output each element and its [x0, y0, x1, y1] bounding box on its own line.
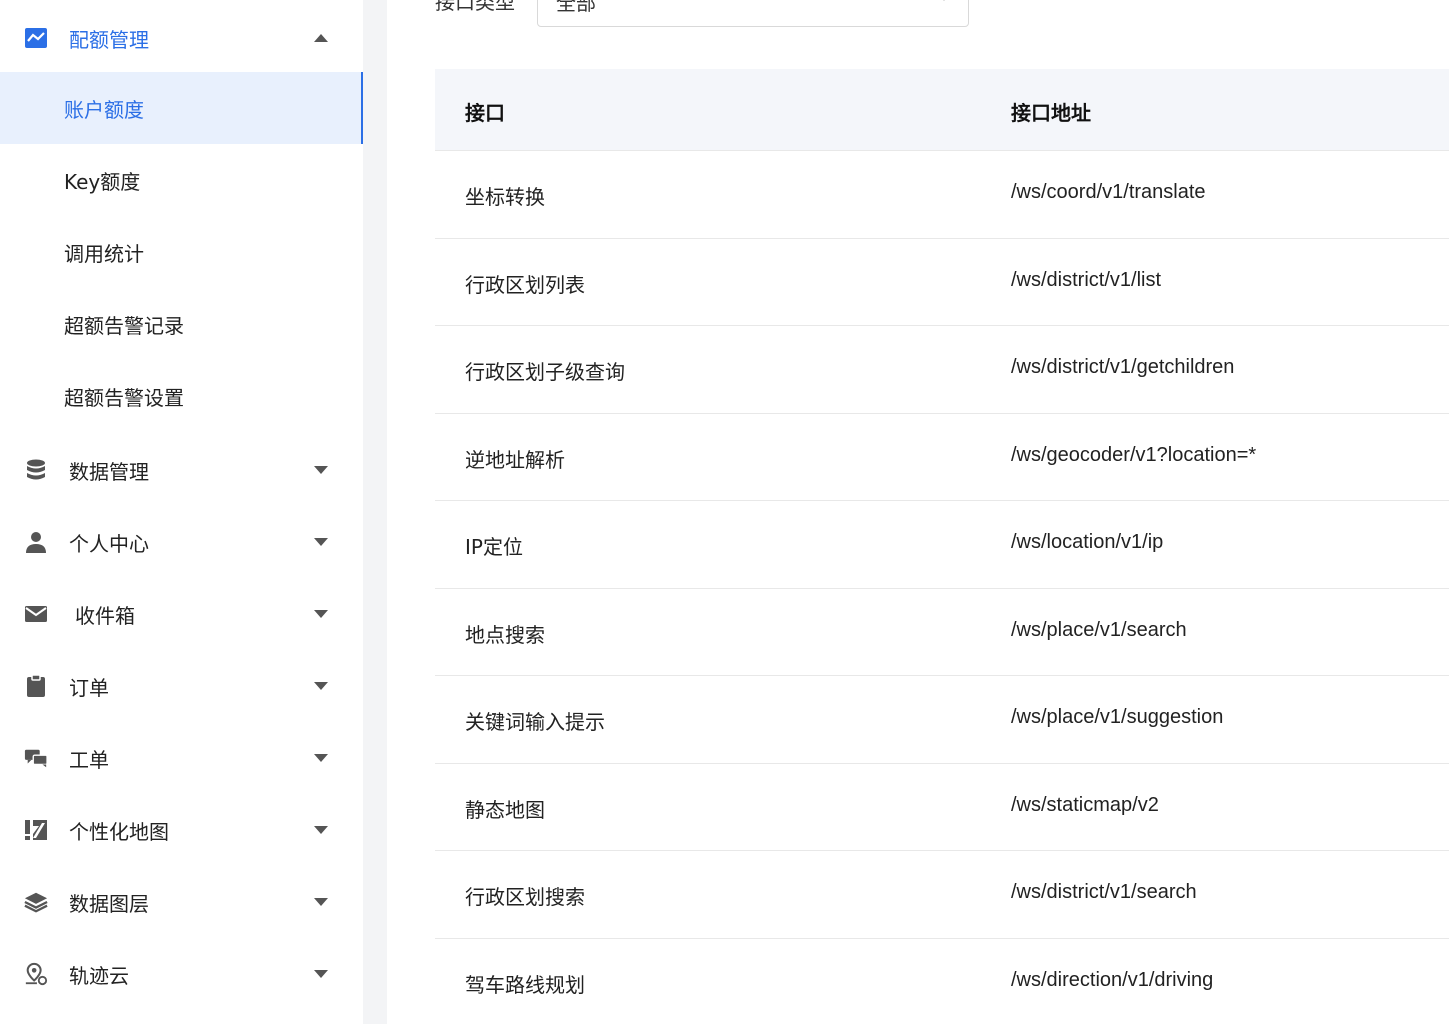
menu-custom-map[interactable]: 个性化地图 [0, 794, 363, 866]
chart-line-icon [24, 26, 48, 50]
submenu-alert-records[interactable]: 超额告警记录 [0, 288, 363, 360]
chevron-up-icon [313, 30, 329, 46]
submenu-key-quota[interactable]: Key额度 [0, 144, 363, 216]
api-address-cell: /ws/direction/v1/driving [1011, 968, 1214, 991]
submenu-label: 超额告警设置 [64, 385, 184, 410]
api-name-cell: 行政区划子级查询 [465, 360, 625, 384]
table-body: 坐标转换/ws/coord/v1/translate 行政区划列表/ws/dist… [435, 151, 1449, 1024]
menu-trajectory-cloud[interactable]: 轨迹云 [0, 938, 363, 1010]
location-track-icon [24, 962, 48, 986]
menu-data-management[interactable]: 数据管理 [0, 434, 363, 506]
chevron-down-icon [313, 894, 329, 910]
chevron-down-icon [313, 822, 329, 838]
menu-label: 数据管理 [69, 459, 149, 484]
api-address-cell: /ws/staticmap/v2 [1011, 793, 1159, 816]
table-row: 行政区划搜索/ws/district/v1/search [435, 851, 1449, 939]
menu-quota-label: 配额管理 [69, 27, 149, 52]
menu-label: 工单 [69, 747, 109, 772]
content-gutter [363, 0, 387, 1024]
table-header: 接口 接口地址 [435, 69, 1449, 151]
api-name-cell: IP定位 [465, 535, 523, 559]
user-icon [24, 530, 48, 554]
table-row: 逆地址解析/ws/geocoder/v1?location=* [435, 413, 1449, 501]
table-row: 行政区划子级查询/ws/district/v1/getchildren [435, 326, 1449, 414]
api-name-cell: 逆地址解析 [465, 447, 565, 472]
submenu-label: 超额告警记录 [64, 313, 184, 338]
menu-label: 订单 [69, 675, 109, 700]
api-type-value: 全部 [556, 0, 596, 15]
api-type-select[interactable]: 全部 [537, 0, 969, 27]
api-name-cell: 关键词输入提示 [465, 710, 605, 734]
api-name-cell: 行政区划搜索 [465, 885, 585, 909]
submenu-label: 账户额度 [64, 97, 144, 122]
api-address-cell: /ws/coord/v1/translate [1011, 181, 1206, 203]
api-address-cell: /ws/place/v1/search [1011, 618, 1187, 641]
table-row: 地点搜索/ws/place/v1/search [435, 588, 1449, 676]
api-name-cell: 地点搜索 [465, 622, 545, 647]
api-name-cell: 驾车路线规划 [465, 972, 585, 997]
table-row: 静态地图/ws/staticmap/v2 [435, 763, 1449, 851]
table-row: 行政区划列表/ws/district/v1/list [435, 238, 1449, 326]
submenu-account-quota[interactable]: 账户额度 [0, 72, 363, 144]
api-table: 接口 接口地址 坐标转换/ws/coord/v1/translate 行政区划列表… [435, 69, 1449, 1024]
menu-inbox[interactable]: 收件箱 [0, 578, 363, 650]
menu-label: 收件箱 [75, 603, 135, 628]
table-row: 驾车路线规划/ws/direction/v1/driving [435, 938, 1449, 1024]
api-name-cell: 行政区划列表 [465, 272, 585, 297]
table-row: 关键词输入提示/ws/place/v1/suggestion [435, 676, 1449, 764]
api-address-cell: /ws/district/v1/getchildren [1011, 356, 1235, 378]
menu-label: 个人中心 [69, 531, 149, 556]
table-row: IP定位/ws/location/v1/ip [435, 501, 1449, 589]
chat-icon [24, 746, 48, 770]
api-name-cell: 坐标转换 [465, 185, 545, 209]
api-name-cell: 静态地图 [465, 797, 545, 822]
menu-label: 轨迹云 [69, 963, 129, 988]
database-icon [24, 458, 48, 482]
submenu-usage-stats[interactable]: 调用统计 [0, 216, 363, 288]
column-header-api: 接口 [465, 101, 505, 125]
api-address-cell: /ws/district/v1/search [1011, 881, 1197, 903]
chevron-down-icon [313, 678, 329, 694]
menu-quota[interactable]: 配额管理 [0, 2, 363, 74]
table-row: 坐标转换/ws/coord/v1/translate [435, 151, 1449, 239]
api-type-label: 接口类型 [435, 0, 515, 14]
menu-tickets[interactable]: 工单 [0, 722, 363, 794]
main-content: 接口类型 全部 接口 接口地址 坐标转换/ws/coord/v1/transla… [387, 0, 1449, 1024]
api-address-cell: /ws/geocoder/v1?location=* [1011, 443, 1257, 466]
sidebar: 配额管理 账户额度 Key额度 调用统计 超额告警记录 超额告警设置 数据管理 [0, 0, 363, 1024]
menu-label: 个性化地图 [69, 819, 169, 844]
menu-orders[interactable]: 订单 [0, 650, 363, 722]
menu-data-layers[interactable]: 数据图层 [0, 866, 363, 938]
chevron-down-icon [313, 966, 329, 982]
chevron-down-icon [313, 606, 329, 622]
api-address-cell: /ws/place/v1/suggestion [1011, 706, 1224, 728]
chevron-down-icon [313, 750, 329, 766]
api-address-cell: /ws/district/v1/list [1011, 268, 1162, 291]
submenu-label: Key额度 [64, 169, 141, 194]
chevron-down-icon [313, 462, 329, 478]
submenu-label: 调用统计 [64, 241, 144, 266]
menu-label: 数据图层 [69, 891, 149, 916]
column-header-address: 接口地址 [1011, 101, 1091, 125]
layers-icon [24, 890, 48, 914]
api-address-cell: /ws/location/v1/ip [1011, 531, 1164, 553]
chevron-down-icon [938, 0, 950, 1]
submenu-alert-settings[interactable]: 超额告警设置 [0, 360, 363, 432]
map-style-icon [24, 818, 48, 842]
clipboard-icon [24, 674, 48, 698]
mail-icon [24, 602, 48, 626]
menu-personal-center[interactable]: 个人中心 [0, 506, 363, 578]
chevron-down-icon [313, 534, 329, 550]
